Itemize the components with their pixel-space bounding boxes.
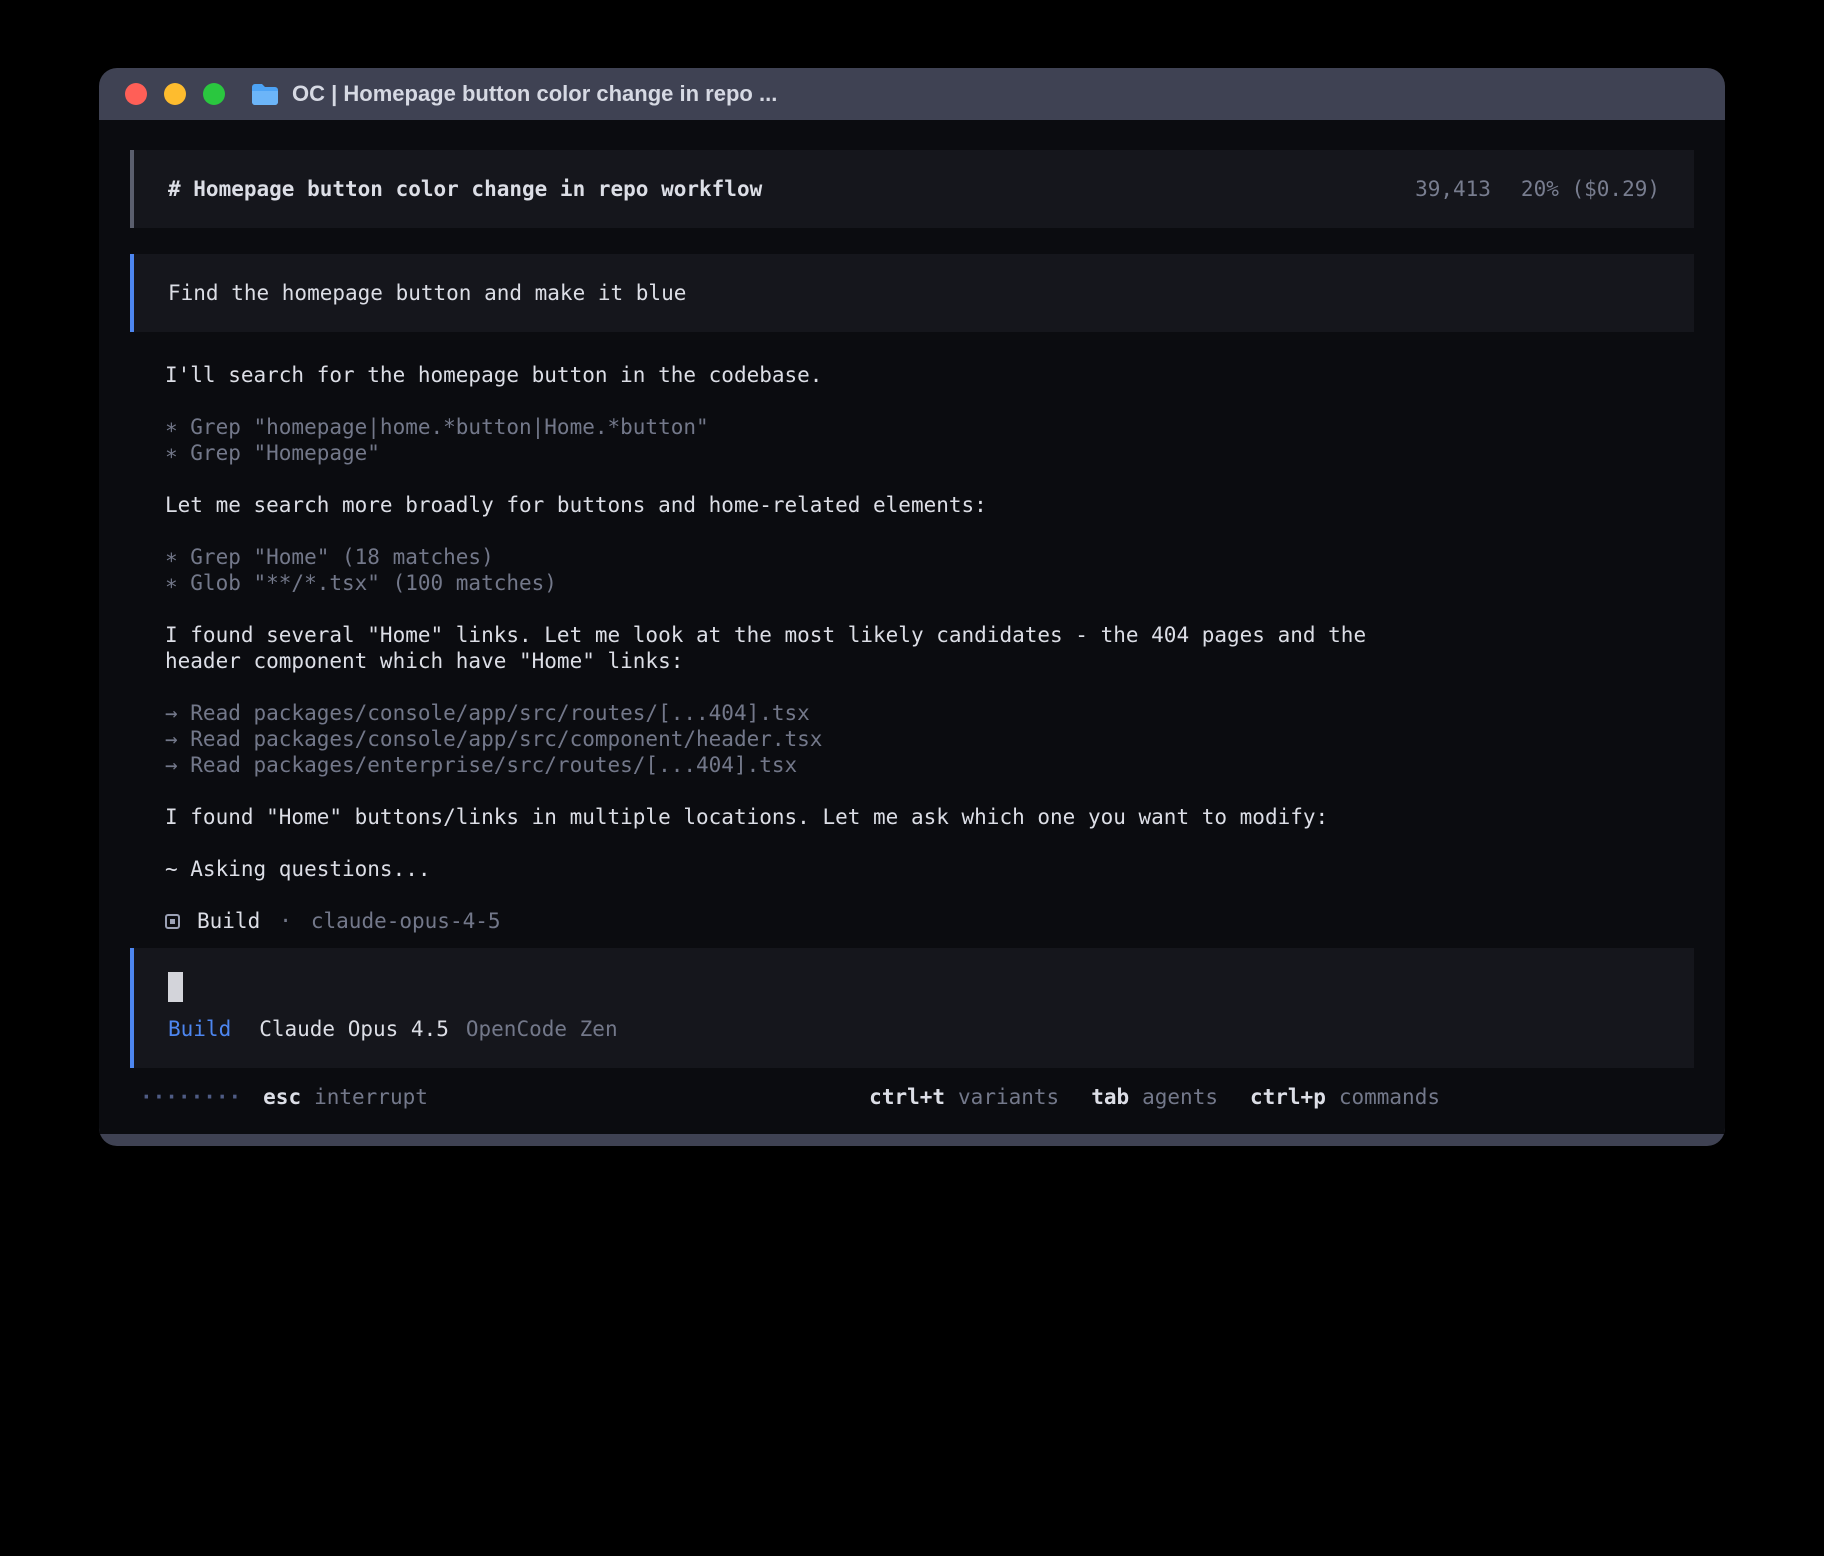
shortcut-label: variants [958, 1084, 1059, 1110]
user-message: Find the homepage button and make it blu… [130, 254, 1694, 332]
minimize-button[interactable] [164, 83, 186, 105]
assistant-text: I'll search for the homepage button in t… [165, 362, 1440, 388]
tool-call-glob: ∗ Glob "**/*.tsx" (100 matches) [165, 570, 1440, 596]
shortcut-variants: ctrl+t variants [869, 1084, 1059, 1110]
agent-attribution: Build · claude-opus-4-5 [165, 908, 1694, 934]
status-bar-left: ········ esc interrupt [140, 1084, 428, 1110]
interrupt-hint: esc interrupt [263, 1084, 428, 1110]
close-button[interactable] [125, 83, 147, 105]
token-count: 39,413 [1415, 176, 1491, 202]
window-titlebar[interactable]: OC | Homepage button color change in rep… [99, 68, 1725, 120]
shortcut-commands: ctrl+p commands [1250, 1084, 1440, 1110]
user-message-text: Find the homepage button and make it blu… [168, 281, 686, 305]
assistant-text: I found several "Home" links. Let me loo… [165, 622, 1440, 674]
spinner-dots-icon: ········ [140, 1084, 241, 1110]
esc-label: interrupt [314, 1084, 428, 1110]
agent-name: Build [197, 908, 260, 934]
model-status-line: Build Claude Opus 4.5 OpenCode Zen [168, 1016, 1660, 1042]
esc-key: esc [263, 1084, 301, 1110]
session-header: # Homepage button color change in repo w… [130, 150, 1694, 228]
tool-call-read: → Read packages/console/app/src/componen… [165, 726, 1440, 752]
agent-separator: · [279, 908, 292, 934]
agent-build-icon [165, 914, 180, 929]
text-cursor [168, 972, 183, 1002]
session-title: # Homepage button color change in repo w… [168, 176, 762, 202]
window-title: OC | Homepage button color change in rep… [292, 81, 777, 107]
terminal-content: # Homepage button color change in repo w… [99, 120, 1725, 1134]
assistant-transcript[interactable]: I'll search for the homepage button in t… [130, 362, 1694, 934]
assistant-text: Let me search more broadly for buttons a… [165, 492, 1440, 518]
prompt-input[interactable]: Build Claude Opus 4.5 OpenCode Zen [130, 948, 1694, 1068]
session-stats: 39,413 20% ($0.29) [1415, 176, 1660, 202]
agent-mode-label[interactable]: Build [168, 1016, 231, 1042]
assistant-status: ~ Asking questions... [165, 856, 1440, 882]
shortcut-key: ctrl+p [1250, 1084, 1326, 1110]
tool-call-read: → Read packages/console/app/src/routes/[… [165, 700, 1440, 726]
shortcut-label: commands [1339, 1084, 1440, 1110]
tool-call-grep: ∗ Grep "Homepage" [165, 440, 1440, 466]
titlebar-title-group: OC | Homepage button color change in rep… [251, 81, 777, 107]
provider-name: OpenCode Zen [466, 1016, 618, 1042]
shortcut-label: agents [1142, 1084, 1218, 1110]
tool-call-read: → Read packages/enterprise/src/routes/[.… [165, 752, 1440, 778]
shortcut-key: tab [1091, 1084, 1129, 1110]
zoom-button[interactable] [203, 83, 225, 105]
folder-icon [251, 83, 279, 106]
tool-call-grep: ∗ Grep "homepage|home.*button|Home.*butt… [165, 414, 1440, 440]
terminal-window: OC | Homepage button color change in rep… [99, 68, 1725, 1146]
agent-model: claude-opus-4-5 [311, 908, 501, 934]
assistant-text: I found "Home" buttons/links in multiple… [165, 804, 1440, 830]
tool-call-grep: ∗ Grep "Home" (18 matches) [165, 544, 1440, 570]
shortcut-key: ctrl+t [869, 1084, 945, 1110]
context-cost: 20% ($0.29) [1521, 176, 1660, 202]
shortcut-agents: tab agents [1091, 1084, 1218, 1110]
traffic-lights [115, 83, 225, 105]
status-bar-shortcuts: ctrl+t variants tab agents ctrl+p comman… [869, 1084, 1440, 1110]
model-name[interactable]: Claude Opus 4.5 [259, 1016, 449, 1042]
status-bar: ········ esc interrupt ctrl+t variants t… [130, 1084, 1694, 1110]
